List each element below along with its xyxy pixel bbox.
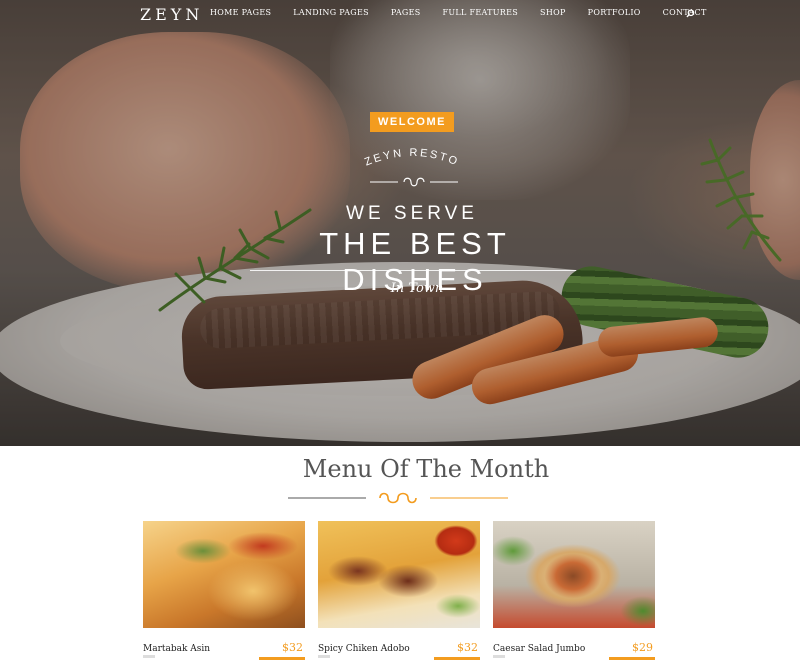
menu-card-image[interactable] bbox=[143, 521, 305, 628]
hero-line-we-serve: WE SERVE bbox=[346, 203, 478, 224]
section-title-menu: Menu Of The Month bbox=[302, 455, 550, 483]
nav-item-full-features[interactable]: FULL FEATURES bbox=[443, 8, 519, 17]
menu-card-image[interactable] bbox=[493, 521, 655, 628]
site-logo[interactable]: ZEYN bbox=[140, 5, 203, 24]
flourish-ornament-icon bbox=[288, 492, 508, 504]
menu-item-name[interactable]: Caesar Salad Jumbo bbox=[493, 644, 585, 654]
hero-divider bbox=[250, 270, 576, 271]
svg-text:ZEYN RESTO: ZEYN RESTO bbox=[363, 147, 461, 169]
menu-item-name[interactable]: Spicy Chiken Adobo bbox=[318, 644, 410, 654]
menu-card[interactable]: Caesar Salad Jumbo $29 bbox=[493, 521, 655, 660]
food-photo-tacos bbox=[318, 521, 480, 628]
menu-card-image[interactable] bbox=[318, 521, 480, 628]
search-icon[interactable] bbox=[686, 9, 695, 18]
menu-item-price: $29 bbox=[632, 641, 653, 654]
menu-card[interactable]: Spicy Chiken Adobo $32 bbox=[318, 521, 480, 660]
menu-item-price: $32 bbox=[282, 641, 303, 654]
food-photo-wrap bbox=[493, 521, 655, 628]
flourish-ornament-icon bbox=[370, 177, 458, 187]
food-photo-martabak bbox=[143, 521, 305, 628]
nav-menu: HOME PAGES LANDING PAGES PAGES FULL FEAT… bbox=[210, 8, 729, 17]
menu-item-price: $32 bbox=[457, 641, 478, 654]
menu-card[interactable]: Martabak Asin $32 bbox=[143, 521, 305, 660]
hero-tagline: In Town bbox=[390, 281, 444, 296]
nav-item-landing-pages[interactable]: LANDING PAGES bbox=[293, 8, 369, 17]
top-nav: ZEYN HOME PAGES LANDING PAGES PAGES FULL… bbox=[0, 0, 800, 28]
hero-banner: ZEYN HOME PAGES LANDING PAGES PAGES FULL… bbox=[0, 0, 800, 446]
nav-item-portfolio[interactable]: PORTFOLIO bbox=[588, 8, 641, 17]
nav-item-contact[interactable]: CONTACT bbox=[663, 8, 707, 17]
menu-item-subline bbox=[318, 655, 330, 658]
welcome-badge: WELCOME bbox=[370, 112, 454, 132]
menu-item-subline bbox=[143, 655, 155, 658]
resto-arc-title: ZEYN RESTO bbox=[363, 147, 461, 169]
nav-item-pages[interactable]: PAGES bbox=[391, 8, 421, 17]
menu-item-subline bbox=[493, 655, 505, 658]
nav-item-shop[interactable]: SHOP bbox=[540, 8, 566, 17]
menu-item-name[interactable]: Martabak Asin bbox=[143, 644, 210, 654]
nav-item-home-pages[interactable]: HOME PAGES bbox=[210, 8, 271, 17]
